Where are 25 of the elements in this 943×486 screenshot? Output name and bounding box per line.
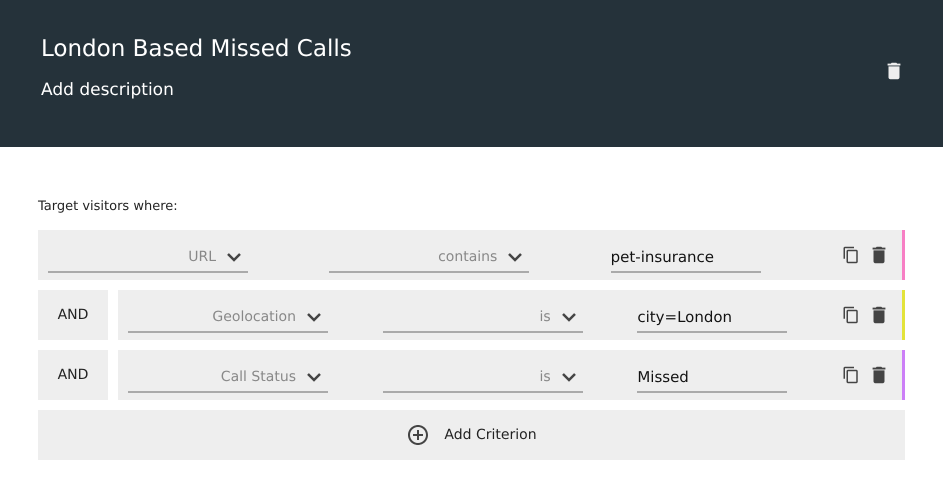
attribute-dropdown[interactable]: URL (48, 243, 248, 273)
add-icon (406, 423, 430, 447)
add-criterion-button[interactable]: Add Criterion (38, 410, 905, 460)
chevron-down-icon (560, 372, 577, 382)
chevron-down-icon (226, 252, 242, 262)
chevron-down-icon (306, 312, 322, 322)
page-title: London Based Missed Calls (41, 36, 352, 62)
value-field[interactable]: city=London (637, 303, 788, 333)
connector-label: AND (38, 290, 108, 340)
connector-label: AND (38, 350, 108, 400)
copy-icon[interactable] (842, 306, 860, 324)
value-field[interactable]: Missed (637, 363, 788, 393)
copy-icon[interactable] (842, 246, 860, 264)
operator-dropdown[interactable]: contains (329, 243, 530, 273)
copy-icon[interactable] (842, 366, 860, 384)
operator-dropdown[interactable]: is (382, 303, 583, 333)
description-field[interactable]: Add description (41, 80, 352, 100)
chevron-down-icon (507, 252, 524, 262)
criteria-label: Target visitors where: (38, 199, 179, 214)
operator-dropdown[interactable]: is (382, 363, 583, 393)
attribute-dropdown[interactable]: Geolocation (128, 303, 328, 333)
attribute-dropdown[interactable]: Call Status (128, 363, 328, 393)
chevron-down-icon (306, 372, 322, 382)
value-field[interactable]: pet-insurance (610, 243, 761, 273)
chevron-down-icon (560, 312, 577, 322)
